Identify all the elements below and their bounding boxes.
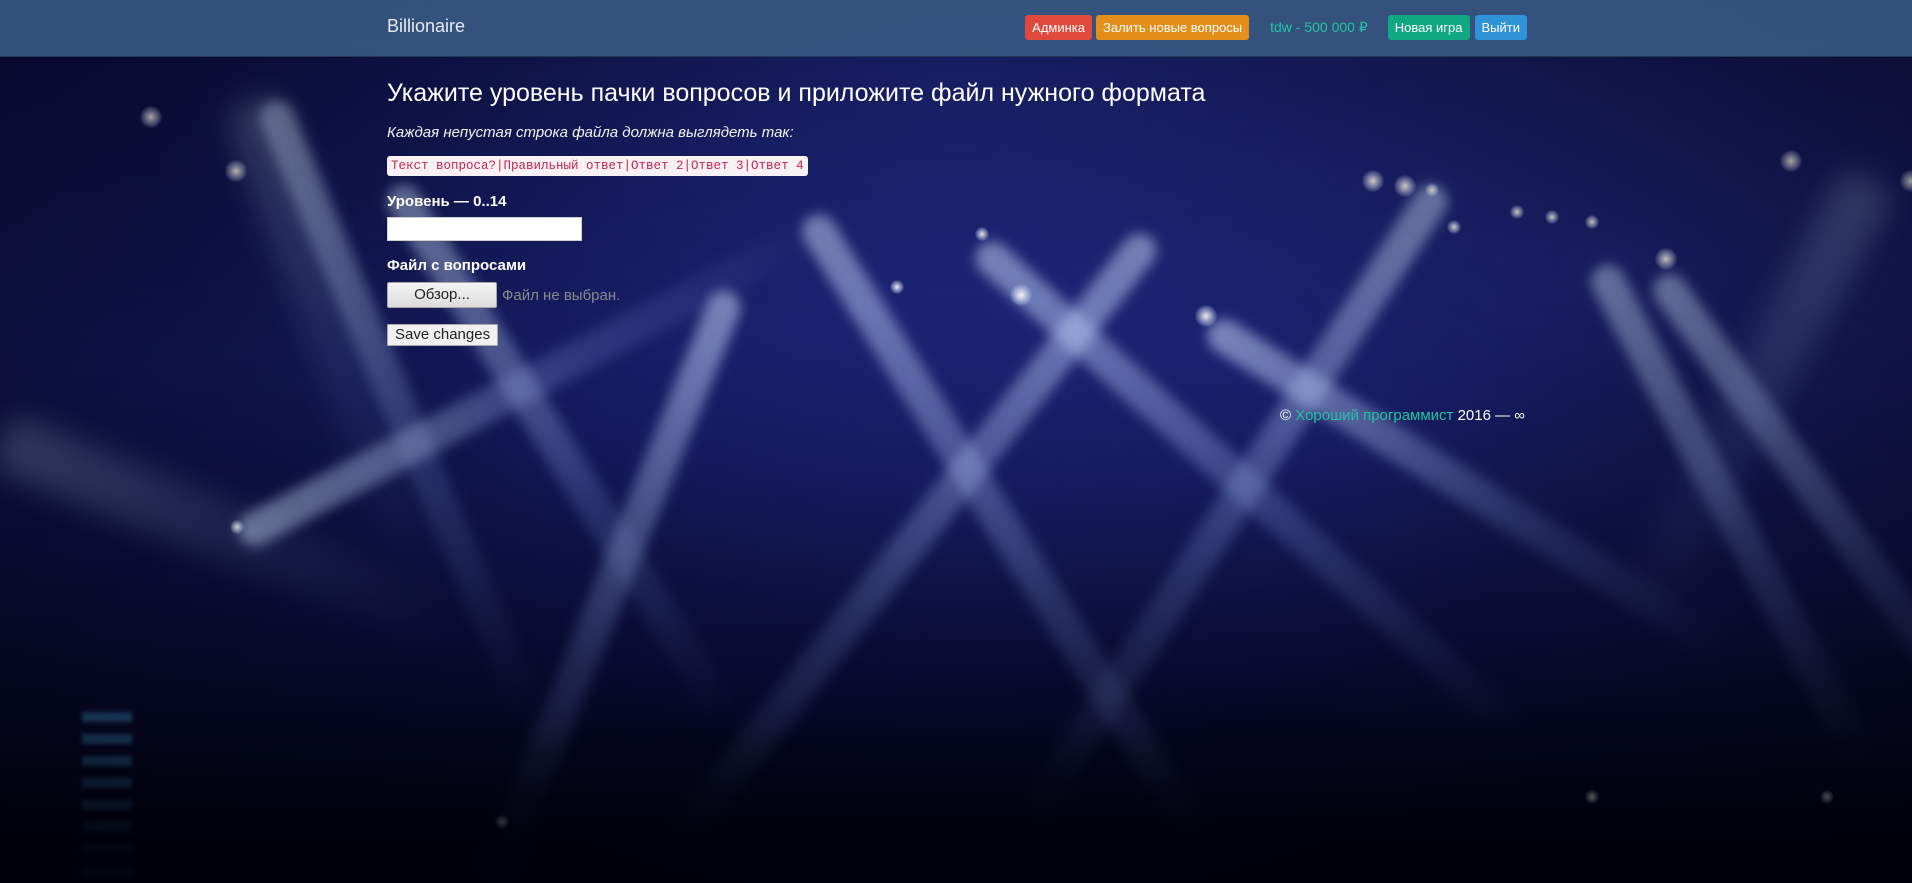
file-label: Файл с вопросами xyxy=(387,257,527,274)
stage-background xyxy=(0,0,1912,883)
admin-button[interactable]: Админка xyxy=(1025,15,1093,40)
upload-questions-button[interactable]: Залить новые вопросы xyxy=(1096,15,1250,40)
file-picker: Обзор... Файл не выбран. xyxy=(387,282,620,308)
footer: © Хороший программист 2016 — ∞ xyxy=(1280,407,1525,424)
format-example: Текст вопроса?|Правильный ответ|Ответ 2|… xyxy=(387,156,808,176)
level-input[interactable] xyxy=(387,217,582,241)
save-changes-button[interactable]: Save changes xyxy=(387,324,499,346)
level-label: Уровень — 0..14 xyxy=(387,193,507,210)
brand-link[interactable]: Billionaire xyxy=(387,16,465,37)
user-balance-link[interactable]: tdw - 500 000 ₽ xyxy=(1270,19,1368,36)
browse-button[interactable]: Обзор... xyxy=(387,282,497,308)
navbar-actions: Админка Залить новые вопросы tdw - 500 0… xyxy=(1025,15,1527,40)
file-status: Файл не выбран. xyxy=(502,286,621,304)
format-hint: Каждая непустая строка файла должна выгл… xyxy=(387,124,794,141)
navbar: Billionaire Админка Залить новые вопросы… xyxy=(0,0,1912,57)
copyright-symbol: © xyxy=(1280,407,1292,424)
author-link[interactable]: Хороший программист xyxy=(1295,407,1453,424)
logout-button[interactable]: Выйти xyxy=(1474,15,1527,40)
page-title: Укажите уровень пачки вопросов и приложи… xyxy=(387,79,1206,107)
footer-years: 2016 — ∞ xyxy=(1457,407,1525,424)
new-game-button[interactable]: Новая игра xyxy=(1387,15,1470,40)
